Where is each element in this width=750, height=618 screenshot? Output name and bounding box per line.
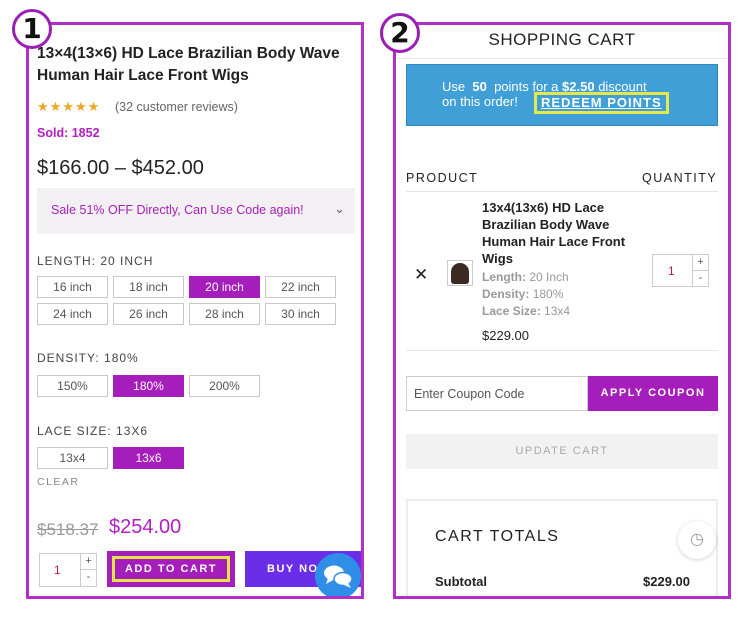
- coupon-code-input[interactable]: [406, 376, 588, 411]
- points-text-line2: on this order!: [442, 94, 518, 109]
- sale-banner[interactable]: Sale 51% OFF Directly, Can Use Code agai…: [37, 188, 355, 234]
- column-header-quantity: QUANTITY: [642, 171, 718, 185]
- cart-totals-title: CART TOTALS: [435, 528, 560, 545]
- length-option-18[interactable]: 18 inch: [113, 276, 184, 298]
- density-option-200[interactable]: 200%: [189, 375, 260, 397]
- minus-icon[interactable]: -: [80, 570, 96, 586]
- column-header-product: PRODUCT: [406, 171, 479, 185]
- length-option-16[interactable]: 16 inch: [37, 276, 108, 298]
- old-price: $518.37: [37, 520, 99, 539]
- density-option-180[interactable]: 180%: [113, 375, 184, 397]
- length-label: LENGTH: 20 INCH: [37, 254, 154, 268]
- rating-stars: ★★★★★: [37, 99, 101, 114]
- subtotal-value: $229.00: [643, 574, 690, 589]
- plus-icon[interactable]: +: [80, 554, 96, 570]
- add-to-cart-label: ADD TO CART: [112, 556, 230, 582]
- sale-banner-text: Sale 51% OFF Directly, Can Use Code agai…: [51, 203, 304, 217]
- cart-item-price: $229.00: [482, 328, 529, 343]
- clear-selection-link[interactable]: CLEAR: [37, 476, 80, 488]
- cart-panel: SHOPPING CART Use 50 points for a $2.50 …: [393, 22, 731, 599]
- apply-coupon-button[interactable]: APPLY COUPON: [588, 376, 718, 411]
- chat-bubbles-icon: [324, 565, 353, 588]
- length-option-30[interactable]: 30 inch: [265, 303, 336, 325]
- divider: [406, 350, 718, 351]
- chevron-down-icon: ⌄: [334, 201, 345, 216]
- points-amount: 50: [472, 79, 487, 94]
- divider: [406, 191, 718, 192]
- points-text-pre: Use: [442, 79, 466, 94]
- cart-totals: CART TOTALS ◷ Subtotal $229.00: [406, 499, 718, 596]
- cart-item-lace-size: Lace Size: 13x4: [482, 304, 571, 318]
- history-icon[interactable]: ◷: [678, 521, 716, 559]
- reviews-link[interactable]: (32 customer reviews): [115, 100, 238, 114]
- cart-item-density: Density: 180%: [482, 287, 564, 301]
- update-cart-button[interactable]: UPDATE CART: [406, 434, 718, 469]
- subtotal-label: Subtotal: [435, 574, 487, 589]
- remove-item-icon[interactable]: ✕: [414, 265, 428, 285]
- plus-icon[interactable]: +: [692, 255, 708, 271]
- lace-option-13x4[interactable]: 13x4: [37, 447, 108, 469]
- quantity-value[interactable]: 1: [54, 563, 61, 577]
- points-banner: Use 50 points for a $2.50 discount on th…: [406, 64, 718, 126]
- length-option-22[interactable]: 22 inch: [265, 276, 336, 298]
- density-option-150[interactable]: 150%: [37, 375, 108, 397]
- lace-option-13x6[interactable]: 13x6: [113, 447, 184, 469]
- product-title: 13×4(13×6) HD Lace Brazilian Body Wave H…: [37, 45, 340, 84]
- chat-icon[interactable]: [315, 553, 361, 596]
- step-2-badge: 2: [380, 13, 420, 53]
- cart-item-length: Length: 20 Inch: [482, 270, 569, 284]
- product-thumbnail[interactable]: [447, 260, 473, 286]
- lace-size-label: LACE SIZE: 13X6: [37, 424, 149, 438]
- length-option-20[interactable]: 20 inch: [189, 276, 260, 298]
- cart-quantity-stepper[interactable]: 1 + -: [652, 254, 709, 287]
- length-option-26[interactable]: 26 inch: [113, 303, 184, 325]
- density-label: DENSITY: 180%: [37, 351, 139, 365]
- quantity-stepper[interactable]: 1 + -: [39, 553, 97, 587]
- page-title: SHOPPING CART: [488, 30, 636, 49]
- add-to-cart-button[interactable]: ADD TO CART: [107, 551, 235, 587]
- sale-price: $254.00: [109, 516, 182, 538]
- minus-icon[interactable]: -: [692, 271, 708, 287]
- redeem-points-link[interactable]: REDEEM POINTS: [534, 92, 669, 114]
- divider: [396, 58, 728, 59]
- sold-count: Sold: 1852: [37, 126, 100, 140]
- cart-quantity-value[interactable]: 1: [668, 264, 675, 278]
- step-1-badge: 1: [12, 9, 52, 49]
- product-panel: 13×4(13×6) HD Lace Brazilian Body Wave H…: [26, 22, 364, 599]
- cart-item-name[interactable]: 13x4(13x6) HD Lace Brazilian Body Wave H…: [482, 199, 642, 267]
- length-option-28[interactable]: 28 inch: [189, 303, 260, 325]
- length-option-24[interactable]: 24 inch: [37, 303, 108, 325]
- price-range: $166.00 – $452.00: [37, 157, 204, 179]
